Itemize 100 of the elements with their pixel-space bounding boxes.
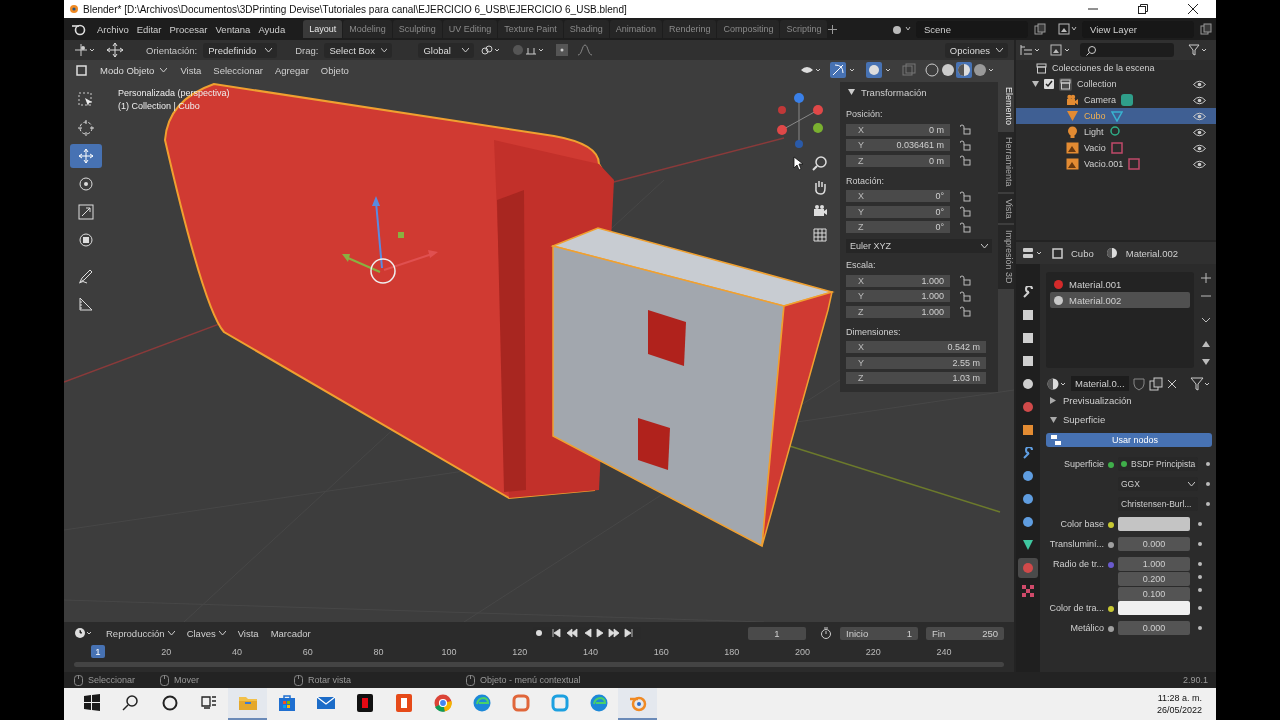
workspace-tab[interactable]: Modeling (343, 20, 392, 38)
menu-item[interactable]: Ventana (211, 23, 255, 35)
material-field[interactable]: Material.0... (1071, 376, 1129, 391)
keyframe-dot[interactable] (1198, 626, 1202, 630)
number-field[interactable]: Z 1.000 (846, 305, 950, 318)
start-frame-field[interactable]: Inicio 1 (840, 626, 918, 640)
shopping-bag-icon[interactable] (276, 693, 297, 713)
filter-icon[interactable] (1188, 44, 1208, 56)
lock-icon[interactable] (960, 139, 971, 151)
socket-dot[interactable] (1108, 626, 1114, 632)
panel-header[interactable]: Superficie (1063, 414, 1106, 425)
socket-dot[interactable] (1108, 522, 1114, 528)
object-data-icon[interactable] (1128, 158, 1141, 170)
panel-header[interactable]: Previsualización (1063, 395, 1132, 406)
workspace-tab[interactable]: Animation (609, 20, 662, 38)
use-nodes-button[interactable]: Usar nodos (1046, 433, 1212, 447)
orientation-dropdown[interactable]: Predefinido (203, 42, 278, 58)
number-field[interactable]: 1.000 (1118, 557, 1190, 571)
list-item[interactable]: Material.002 (1069, 294, 1122, 306)
keyframe-dot[interactable] (1198, 575, 1202, 579)
material-icon[interactable] (1046, 376, 1068, 391)
lock-icon[interactable] (960, 206, 971, 218)
lock-icon[interactable] (960, 124, 971, 136)
lock-icon[interactable] (960, 221, 971, 233)
falloff-icon[interactable] (578, 44, 593, 56)
number-field[interactable]: 0.000 (1118, 537, 1190, 551)
keyframe-dot[interactable] (1198, 562, 1202, 566)
tree-item[interactable]: Camera (1084, 95, 1116, 105)
socket-dot[interactable] (1108, 562, 1114, 568)
workspace-tab[interactable]: Scripting (780, 20, 828, 38)
funnel-icon[interactable] (1190, 376, 1212, 391)
lock-icon[interactable] (960, 190, 971, 202)
workspace-tab[interactable]: Compositing (717, 20, 780, 38)
tree-item[interactable]: Light (1084, 127, 1104, 137)
shading-modes-icon[interactable] (924, 62, 996, 78)
workspace-tab[interactable]: Rendering (662, 20, 717, 38)
scene-icon[interactable] (892, 23, 912, 35)
browser-icon[interactable] (432, 693, 453, 713)
sidebar-tab[interactable]: Herramienta (998, 132, 1014, 192)
clock-icon[interactable] (74, 627, 94, 639)
keyframe-dot[interactable] (1206, 482, 1210, 486)
menu-item[interactable]: Archivo (93, 23, 133, 35)
shield-icon[interactable] (1131, 376, 1146, 391)
image-icon[interactable] (1058, 23, 1078, 35)
browser-icon[interactable] (588, 693, 609, 713)
end-frame-field[interactable]: Fin 250 (926, 626, 1004, 640)
disclosure-triangle-icon[interactable] (1050, 397, 1057, 404)
number-field[interactable]: Y 1.000 (846, 290, 950, 303)
checkbox[interactable] (1044, 79, 1054, 89)
search-field[interactable] (1080, 43, 1174, 57)
menu-item[interactable]: Objeto (316, 64, 353, 76)
zoom-icon[interactable] (812, 155, 828, 171)
workspace-tab[interactable]: Sculpting (392, 20, 442, 38)
keyframe-dot[interactable] (1206, 462, 1210, 466)
number-field[interactable]: Y 0° (846, 205, 950, 218)
tree-item[interactable]: Cubo (1084, 111, 1106, 121)
eye-icon[interactable] (1193, 159, 1206, 169)
keyframe-dot[interactable] (1198, 522, 1202, 526)
app-tile-icon[interactable] (393, 693, 414, 713)
number-field[interactable]: X 1.000 (846, 274, 950, 287)
eye-icon[interactable] (1193, 111, 1206, 121)
color-swatch[interactable] (1118, 517, 1190, 531)
move-tool[interactable] (70, 144, 102, 168)
object-data-icon[interactable] (1110, 142, 1123, 154)
lock-icon[interactable] (960, 155, 971, 167)
menu-item[interactable]: Claves (182, 627, 230, 639)
tree-item[interactable]: Vacio.001 (1084, 159, 1124, 169)
scrollbar[interactable] (74, 662, 1004, 667)
blender-logo-icon[interactable] (71, 22, 87, 36)
socket-dot[interactable] (1108, 606, 1114, 612)
playhead[interactable]: 1 (91, 645, 105, 658)
number-field[interactable]: Y 2.55 m (846, 356, 986, 369)
mode-dropdown[interactable]: Modo Objeto (95, 62, 173, 78)
workspace-tab[interactable]: Layout (303, 20, 343, 38)
eye-icon[interactable] (1193, 95, 1206, 105)
socket-dot[interactable] (1108, 462, 1114, 468)
browser-icon[interactable] (471, 693, 492, 713)
keyframe-dot[interactable] (1198, 542, 1202, 546)
menu-item[interactable]: Agregar (271, 64, 313, 76)
search-icon[interactable] (120, 693, 141, 713)
selected-row[interactable]: Material.002 (1050, 292, 1190, 308)
number-field[interactable]: Y 0.036461 m (846, 139, 950, 152)
number-field[interactable]: X 0.542 m (846, 341, 986, 354)
number-field[interactable]: 0.100 (1118, 587, 1190, 601)
windows-icon[interactable] (81, 693, 102, 713)
tree-item[interactable]: Vacio (1084, 143, 1106, 153)
panel-title[interactable]: Transformación (861, 86, 927, 98)
app-icon[interactable] (510, 693, 531, 713)
lock-icon[interactable] (960, 306, 971, 318)
menu-item[interactable]: Ayuda (254, 23, 290, 35)
workspace-tab[interactable]: Shading (563, 20, 609, 38)
menu-item[interactable]: Reproducción (102, 627, 179, 639)
dropdown[interactable]: GGX (1118, 477, 1198, 491)
restore-icon[interactable] (1138, 4, 1148, 14)
close-icon[interactable] (1188, 4, 1198, 14)
object-data-icon[interactable] (1121, 94, 1133, 106)
scene-field[interactable]: Scene (916, 20, 1028, 38)
menu-item[interactable]: Vista (233, 627, 263, 639)
eye-icon[interactable] (1193, 127, 1206, 137)
number-field[interactable]: X 0° (846, 190, 950, 203)
